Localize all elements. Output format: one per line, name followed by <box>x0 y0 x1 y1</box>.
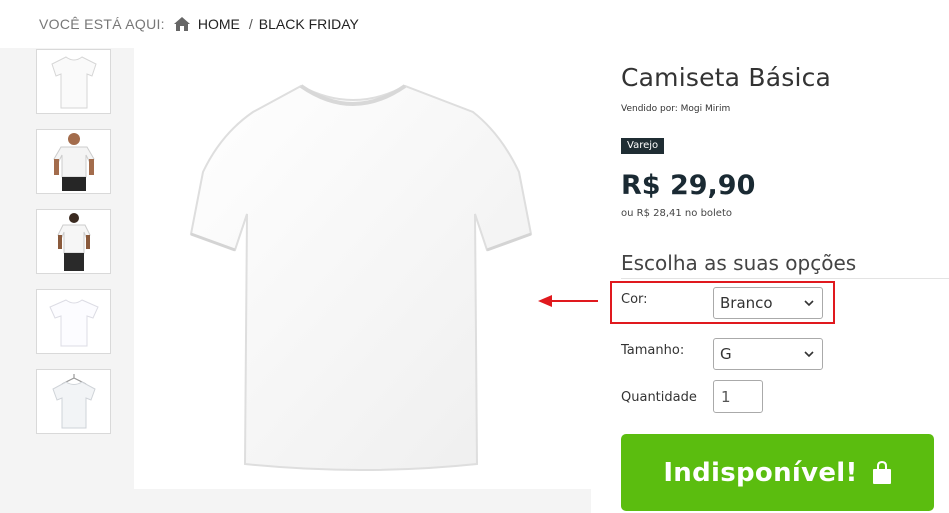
seller-text: Vendido por: Mogi Mirim <box>621 104 731 114</box>
thumbnail-1[interactable] <box>36 49 111 114</box>
thumbnail-2[interactable] <box>36 129 111 194</box>
varejo-badge: Varejo <box>621 138 665 154</box>
product-page: VOCÊ ESTÁ AQUI: HOME / BLACK FRIDAY Cami… <box>0 0 949 513</box>
boleto-price: ou R$ 28,41 no boleto <box>621 208 733 219</box>
white-tshirt-plain-icon <box>48 298 99 346</box>
model-back-icon <box>56 212 91 271</box>
thumbnail-5[interactable] <box>36 369 111 434</box>
quantity-input[interactable]: 1 <box>713 380 763 413</box>
annotation-arrow-icon <box>538 295 598 307</box>
quantity-label: Quantidade <box>621 390 697 405</box>
buy-button-label: Indisponível! <box>663 457 858 488</box>
annotation-highlight-box <box>610 281 835 324</box>
breadcrumb-prefix: VOCÊ ESTÁ AQUI: <box>39 16 165 32</box>
white-tshirt-hanger-icon <box>51 373 96 428</box>
breadcrumb-home-link[interactable]: HOME <box>198 16 240 32</box>
size-select-value: G <box>720 345 732 363</box>
unavailable-button[interactable]: Indisponível! <box>621 434 934 511</box>
size-select[interactable]: G <box>713 338 823 370</box>
product-title: Camiseta Básica <box>621 63 832 92</box>
home-icon[interactable] <box>173 17 190 31</box>
options-divider <box>621 278 949 279</box>
breadcrumb: VOCÊ ESTÁ AQUI: HOME / BLACK FRIDAY <box>0 0 949 48</box>
size-label: Tamanho: <box>621 343 685 358</box>
model-front-icon <box>52 132 95 191</box>
shopping-bag-icon <box>872 460 891 484</box>
thumbnail-4[interactable] <box>36 289 111 354</box>
thumbnail-3[interactable] <box>36 209 111 274</box>
white-tshirt-image <box>189 83 532 471</box>
breadcrumb-black-friday-link[interactable]: BLACK FRIDAY <box>259 16 359 32</box>
thumbnail-gallery <box>36 49 112 449</box>
white-tshirt-flat-icon <box>50 55 97 108</box>
product-price: R$ 29,90 <box>621 170 756 201</box>
main-product-image[interactable] <box>134 48 591 489</box>
chevron-down-icon <box>804 351 814 358</box>
options-heading: Escolha as suas opções <box>621 251 857 275</box>
breadcrumb-separator: / <box>248 16 253 32</box>
